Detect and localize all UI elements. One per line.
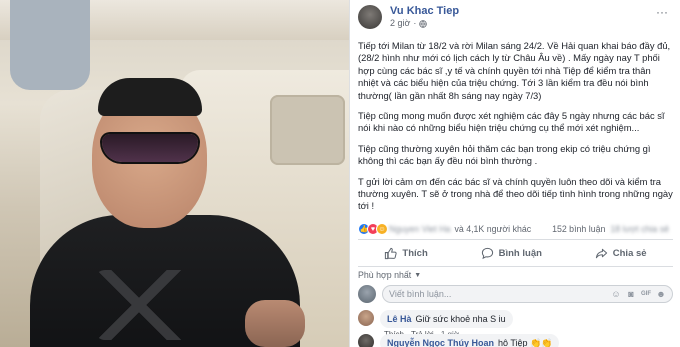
post-actions: Thích Bình luận Chia sẻ (358, 242, 673, 264)
comment-button[interactable]: Bình luận (481, 247, 542, 260)
comment-text: hô Tiệp 👏👏 (498, 338, 553, 347)
comment-bubble: Nguyễn Ngọc Thúy Hoan hô Tiệp 👏👏 (380, 334, 560, 347)
reactor-names[interactable]: Nguyen Viet Ha (389, 224, 450, 234)
comment-input[interactable] (389, 289, 611, 299)
comment-icon (481, 247, 493, 259)
share-button[interactable]: Chia sẻ (595, 247, 647, 260)
reactor-others[interactable]: và 4,1K người khác (454, 224, 531, 234)
sunglasses (102, 134, 198, 162)
share-label: Chia sẻ (612, 247, 647, 259)
comment-composer: ☺ ◙ GIF ☻ (358, 284, 673, 304)
commenter-avatar[interactable] (358, 334, 374, 347)
commenter-name[interactable]: Nguyễn Ngọc Thúy Hoan (387, 338, 494, 347)
emoji-icon[interactable]: ☺ (611, 289, 621, 299)
sticker-icon[interactable]: ☻ (656, 289, 666, 299)
comment-text: Giữ sức khoẻ nha S iu (415, 314, 506, 324)
gif-icon[interactable]: GIF (641, 289, 651, 299)
comment-count[interactable]: 152 bình luận (552, 224, 605, 234)
post-paragraph: Tiệp cũng thường xuyên hỏi thăm các bạn … (358, 142, 651, 167)
user-avatar (358, 285, 376, 303)
globe-icon (419, 19, 428, 28)
post-panel: Vu Khac Tiep 2 giờ · ··· Tiếp tới Milan … (349, 0, 680, 347)
reactions-bar: 👍 ♥ ☺ Nguyen Viet Ha và 4,1K người khác … (358, 222, 673, 236)
post-paragraph: Tiệp cũng mong muốn được xét nghiệm các … (358, 110, 665, 134)
comment-sort[interactable]: Phù hợp nhất ▼ (358, 270, 421, 280)
post-time[interactable]: 2 giờ (390, 18, 410, 29)
sort-label: Phù hợp nhất (358, 270, 412, 280)
comment-label: Bình luận (498, 247, 542, 259)
reaction-icons[interactable]: 👍 ♥ ☺ (358, 223, 388, 235)
post-paragraph: Tiếp tới Milan từ 18/2 và rời Milan sáng… (358, 40, 671, 101)
comment-item: Nguyễn Ngọc Thúy Hoan hô Tiệp 👏👏 (358, 334, 673, 347)
comment-bubble: Lê Hà Giữ sức khoẻ nha S iu (380, 310, 513, 328)
post-meta: 2 giờ · (390, 18, 459, 29)
share-icon (595, 248, 607, 258)
comment-input-wrap: ☺ ◙ GIF ☻ (382, 285, 673, 303)
chevron-down-icon: ▼ (414, 271, 422, 279)
composer-icons: ☺ ◙ GIF ☻ (611, 289, 666, 299)
author-name[interactable]: Vu Khac Tiep (390, 5, 459, 18)
haha-reaction-icon: ☺ (376, 223, 388, 235)
camera-icon[interactable]: ◙ (626, 289, 636, 299)
post-text: Tiếp tới Milan từ 18/2 và rời Milan sáng… (358, 40, 673, 221)
like-button[interactable]: Thích (384, 247, 428, 260)
post-photo[interactable] (0, 0, 349, 347)
comment-content: Nguyễn Ngọc Thúy Hoan hô Tiệp 👏👏 (380, 334, 560, 347)
dot-separator: · (413, 18, 417, 28)
shirt-print (95, 270, 205, 340)
commenter-name[interactable]: Lê Hà (387, 314, 412, 324)
share-count[interactable]: 18 lượt chia sẻ (610, 224, 669, 234)
like-icon (385, 247, 398, 259)
seat-console (270, 95, 345, 165)
like-label: Thích (402, 247, 428, 259)
divider (358, 266, 673, 267)
divider (358, 239, 673, 240)
person-arm (245, 300, 305, 347)
post-header: Vu Khac Tiep 2 giờ · ··· (358, 2, 676, 32)
commenter-avatar[interactable] (358, 310, 374, 326)
author-block: Vu Khac Tiep 2 giờ · (390, 5, 459, 29)
author-avatar[interactable] (358, 5, 382, 29)
cabin-window (10, 0, 90, 90)
post-paragraph: T gửi lời cảm ơn đến các bác sĩ và chính… (358, 175, 673, 212)
more-icon[interactable]: ··· (656, 6, 670, 18)
person-cap (98, 78, 202, 116)
